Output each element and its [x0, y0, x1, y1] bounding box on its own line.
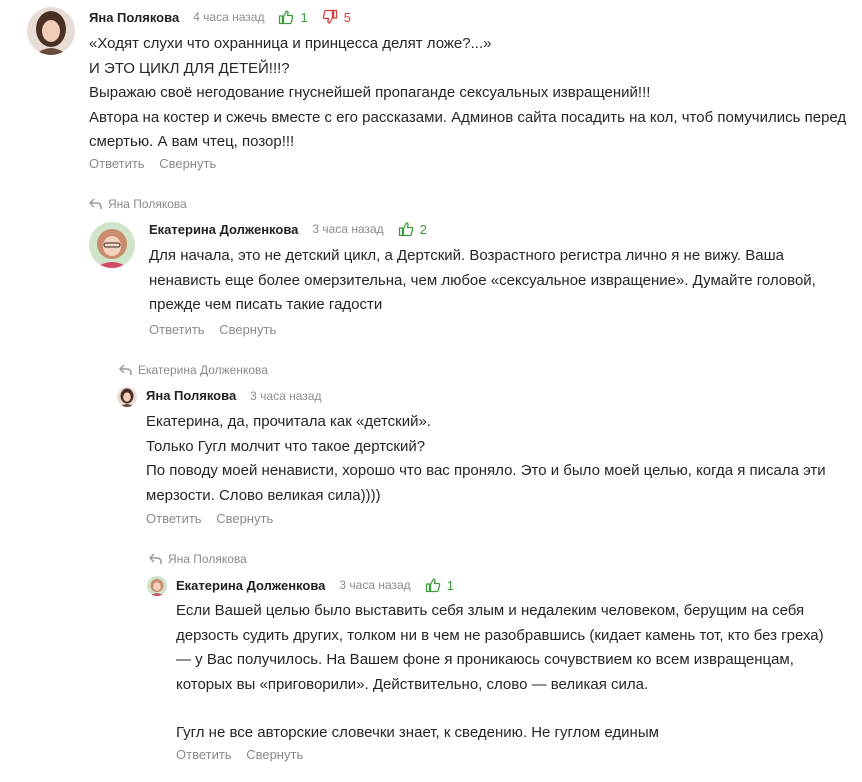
user-photo-icon	[147, 576, 167, 596]
comment-line: Если Вашей целью было выставить себя злы…	[176, 602, 824, 693]
like-count: 1	[446, 577, 454, 593]
comment-line: И ЭТО ЦИКЛ ДЛЯ ДЕТЕЙ!!!?	[89, 59, 290, 77]
comment-line: Гугл не все авторские словечки знает, к …	[176, 724, 659, 741]
like-button[interactable]: 2	[398, 221, 427, 237]
timestamp: 3 часа назад	[339, 578, 411, 592]
comment-text: «Ходят слухи что охранница и принцесса д…	[89, 32, 849, 155]
like-button[interactable]: 1	[425, 577, 454, 593]
like-count: 1	[300, 9, 308, 25]
comment-line: Автора на костер и сжечь вместе с его ра…	[89, 108, 847, 151]
author-name[interactable]: Яна Полякова	[89, 10, 179, 25]
collapse-button[interactable]: Свернуть	[219, 322, 276, 337]
comment-line: Екатерина, да, прочитала как «детский».	[146, 413, 431, 430]
avatar[interactable]	[27, 7, 75, 55]
reply-arrow-icon	[119, 364, 132, 375]
like-count: 2	[419, 221, 427, 237]
comment-text: Если Вашей целью было выставить себя злы…	[176, 599, 842, 746]
avatar[interactable]	[147, 576, 167, 596]
thumbs-down-icon	[322, 9, 337, 24]
reply-to-label[interactable]: Яна Полякова	[89, 197, 187, 211]
comment-line: Выражаю своё негодование гнуснейшей проп…	[89, 84, 651, 101]
collapse-button[interactable]: Свернуть	[216, 511, 273, 526]
reply-to-label[interactable]: Екатерина Долженкова	[119, 363, 268, 377]
thumbs-up-icon	[279, 10, 294, 25]
reply-arrow-icon	[149, 553, 162, 564]
avatar[interactable]	[89, 222, 135, 268]
comment-line: «Ходят слухи что охранница и принцесса д…	[89, 35, 492, 52]
author-name[interactable]: Екатерина Долженкова	[149, 222, 298, 237]
like-button[interactable]: 1	[278, 9, 308, 25]
author-name[interactable]: Екатерина Долженкова	[176, 578, 325, 593]
user-photo-icon	[117, 387, 137, 407]
reply-button[interactable]: Ответить	[89, 156, 145, 171]
reply-to-name: Яна Полякова	[168, 552, 247, 566]
collapse-button[interactable]: Свернуть	[159, 156, 216, 171]
comment-line: Для начала, это не детский цикл, а Дертс…	[149, 247, 816, 313]
user-photo-icon	[89, 222, 135, 268]
reply-button[interactable]: Ответить	[146, 511, 202, 526]
user-photo-icon	[27, 7, 75, 55]
reply-button[interactable]: Ответить	[176, 747, 232, 762]
comment-text: Для начала, это не детский цикл, а Дертс…	[149, 244, 829, 318]
collapse-button[interactable]: Свернуть	[246, 747, 303, 762]
thumbs-up-icon	[398, 222, 413, 237]
reply-button[interactable]: Ответить	[149, 322, 205, 337]
dislike-count: 5	[343, 9, 351, 25]
dislike-button[interactable]: 5	[322, 9, 351, 25]
author-name[interactable]: Яна Полякова	[146, 388, 236, 403]
comment-line: Только Гугл молчит что такое дертский?	[146, 437, 426, 455]
thumbs-up-icon	[425, 578, 440, 593]
timestamp: 3 часа назад	[250, 388, 322, 403]
reply-to-name: Яна Полякова	[108, 197, 187, 211]
comment-line: По поводу моей ненависти, хорошо что вас…	[146, 462, 826, 504]
reply-to-name: Екатерина Долженкова	[138, 363, 268, 377]
reply-to-label[interactable]: Яна Полякова	[149, 552, 247, 566]
timestamp: 3 часа назад	[312, 222, 384, 236]
reply-arrow-icon	[89, 198, 102, 209]
avatar[interactable]	[117, 387, 137, 407]
timestamp: 4 часа назад	[193, 10, 265, 24]
comment-text: Екатерина, да, прочитала как «детский». …	[146, 410, 846, 508]
